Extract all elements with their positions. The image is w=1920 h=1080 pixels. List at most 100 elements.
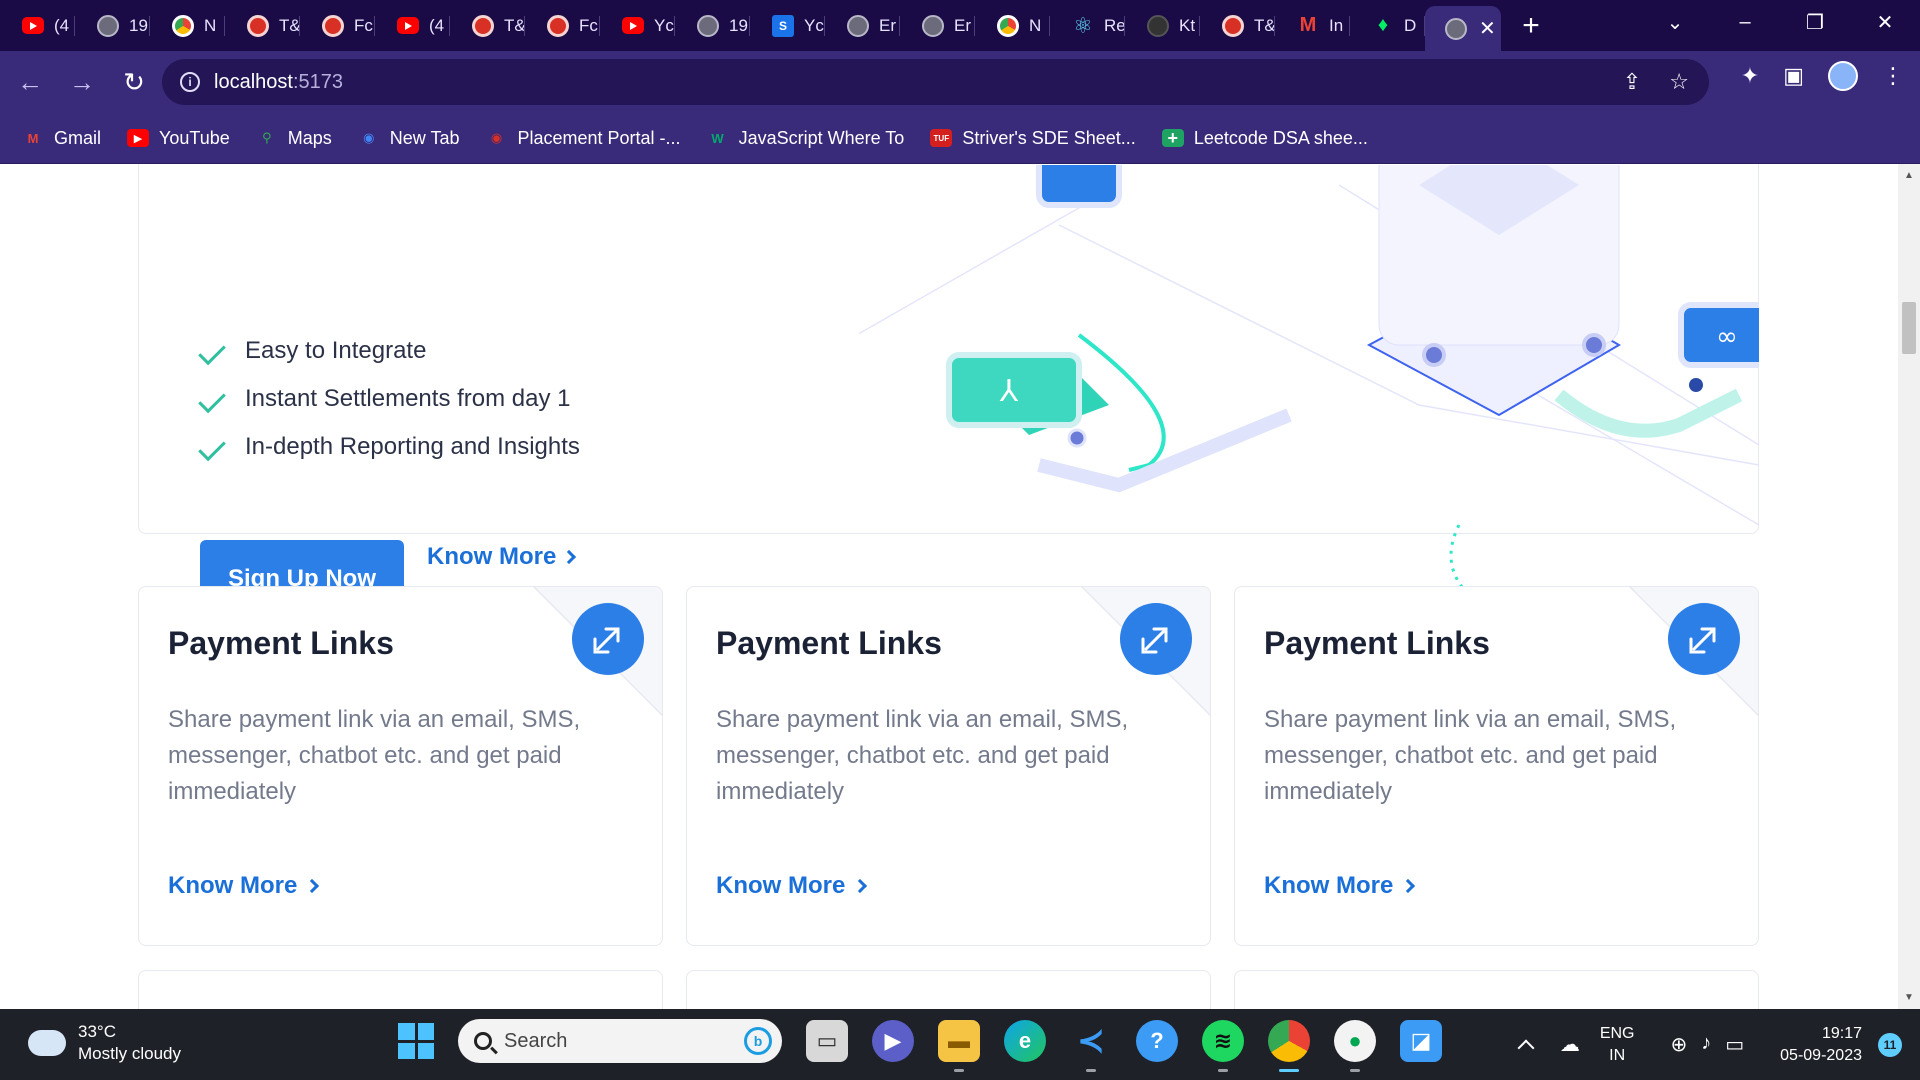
extensions-puzzle-icon[interactable]: ✦: [1741, 63, 1759, 89]
bookmark-item[interactable]: ◉ New Tab: [358, 127, 460, 149]
bookmark-label: New Tab: [389, 127, 460, 148]
bookmark-item[interactable]: TUF Striver's SDE Sheet...: [930, 128, 1136, 149]
feature-label: Instant Settlements from day 1: [245, 385, 571, 412]
scroll-thumb[interactable]: [1902, 302, 1916, 354]
tab[interactable]: T&: [1200, 0, 1275, 51]
back-button[interactable]: ←: [8, 60, 52, 104]
site-info-icon[interactable]: i: [180, 72, 200, 92]
mongodb-icon: ♦: [1377, 14, 1389, 36]
edge-icon[interactable]: e: [1004, 1020, 1046, 1062]
menu-kebab-icon[interactable]: ⋮: [1882, 63, 1904, 89]
vscode-icon[interactable]: ≺: [1070, 1020, 1112, 1072]
start-button[interactable]: [398, 1023, 434, 1059]
profile-avatar[interactable]: [1828, 61, 1858, 91]
bookmark-item[interactable]: + Leetcode DSA shee...: [1161, 127, 1368, 149]
s-icon: S: [772, 14, 794, 37]
address-bar[interactable]: i localhost:5173 ⇪ ☆: [162, 59, 1709, 105]
forward-button[interactable]: →: [60, 60, 104, 104]
share-icon[interactable]: ⇪: [1623, 69, 1641, 95]
hero-know-more-link[interactable]: Know More: [427, 543, 577, 571]
svg-text:∞: ∞: [1716, 322, 1738, 352]
bookmark-item[interactable]: ▶ YouTube: [127, 128, 230, 149]
bookmark-item[interactable]: ◉ Placement Portal -...: [485, 128, 681, 149]
product-card: Payment Links Share payment link via an e…: [686, 586, 1211, 946]
onedrive-icon[interactable]: ☁: [1560, 1032, 1580, 1057]
get-help-icon[interactable]: ?: [1136, 1020, 1178, 1062]
taskbar-search[interactable]: Search b: [458, 1019, 782, 1063]
feature-label: In-depth Reporting and Insights: [245, 433, 580, 460]
clock[interactable]: 19:17 05-09-2023: [1780, 1023, 1862, 1067]
task-view-icon[interactable]: ▭: [806, 1020, 848, 1062]
tab[interactable]: N: [975, 0, 1050, 51]
tab[interactable]: S Yc: [750, 0, 825, 51]
photos-icon[interactable]: ◪: [1400, 1020, 1442, 1062]
red-circle-icon: [472, 14, 494, 37]
tab[interactable]: Kt: [1125, 0, 1200, 51]
close-window-button[interactable]: ✕: [1850, 10, 1920, 35]
teams-chat-icon[interactable]: ▶: [872, 1020, 914, 1062]
tab[interactable]: 19: [675, 0, 750, 51]
tab[interactable]: T&: [450, 0, 525, 51]
chrome-taskbar-icon[interactable]: [1268, 1020, 1310, 1072]
tab[interactable]: (4: [375, 0, 450, 51]
tab-title: N: [204, 15, 217, 35]
language-indicator[interactable]: ENG IN: [1600, 1023, 1635, 1067]
mongodb-compass-icon[interactable]: ●: [1334, 1020, 1376, 1072]
tab[interactable]: Fc: [525, 0, 600, 51]
chrome-icon: [997, 14, 1019, 37]
tab[interactable]: (4: [0, 0, 75, 51]
url-text[interactable]: localhost:5173: [214, 71, 343, 94]
file-explorer-icon[interactable]: ▬: [938, 1020, 980, 1072]
card-know-more-link[interactable]: Know More: [716, 872, 868, 900]
scroll-up-arrow[interactable]: ▲: [1904, 170, 1914, 181]
bookmarks-bar: M Gmail ▶ YouTube ⚲ Maps ◉ New Tab ◉ Placement Po…: [0, 113, 1920, 164]
bing-icon[interactable]: b: [744, 1027, 772, 1055]
payment-link-icon: [572, 603, 644, 675]
tab[interactable]: T&: [225, 0, 300, 51]
tab[interactable]: M In: [1275, 0, 1350, 51]
tab[interactable]: Fc: [300, 0, 375, 51]
globe-icon: [697, 14, 719, 37]
notification-badge[interactable]: 11: [1878, 1032, 1902, 1057]
network-globe-icon[interactable]: ⊕: [1670, 1032, 1687, 1057]
show-hidden-icons[interactable]: [1517, 1039, 1535, 1056]
tab[interactable]: 19: [75, 0, 150, 51]
next-card-peek: [138, 970, 663, 1009]
tab-search-icon[interactable]: ⌄: [1640, 10, 1710, 35]
card-know-more-link[interactable]: Know More: [168, 872, 320, 900]
scroll-down-arrow[interactable]: ▼: [1904, 992, 1914, 1003]
tab[interactable]: ⚛ Re: [1050, 0, 1125, 51]
reload-button[interactable]: ↻: [112, 60, 156, 104]
feature-item: In-depth Reporting and Insights: [201, 423, 580, 471]
bookmark-item[interactable]: W JavaScript Where To: [707, 128, 904, 149]
bookmark-label: Leetcode DSA shee...: [1193, 127, 1368, 148]
teal-node: ⅄: [946, 352, 1109, 448]
weather-widget[interactable]: 33°C Mostly cloudy: [26, 1021, 181, 1065]
product-card: Payment Links Share payment link via an e…: [138, 586, 663, 946]
svg-text:⅄: ⅄: [1000, 374, 1019, 409]
bookmark-item[interactable]: ⚲ Maps: [256, 128, 332, 149]
tab[interactable]: N: [150, 0, 225, 51]
bookmark-item[interactable]: M Gmail: [22, 128, 101, 149]
feature-list: Easy to Integrate Instant Settlements fro…: [201, 327, 580, 471]
tab-title: Yc: [804, 15, 824, 35]
new-tab-button[interactable]: +: [1501, 9, 1561, 43]
tab[interactable]: Er: [900, 0, 975, 51]
spotify-icon[interactable]: ≋: [1202, 1020, 1244, 1072]
card-description: Share payment link via an email, SMS, me…: [1264, 706, 1677, 805]
card-know-more-link[interactable]: Know More: [1264, 872, 1416, 900]
battery-icon[interactable]: ▭: [1725, 1032, 1744, 1057]
minimize-button[interactable]: –: [1710, 11, 1780, 34]
tab[interactable]: ♦ D: [1350, 0, 1425, 51]
tab[interactable]: Yc: [600, 0, 675, 51]
volume-icon[interactable]: ♪: [1701, 1032, 1711, 1057]
globe-icon: [922, 14, 944, 37]
tab-active[interactable]: ✕: [1425, 6, 1501, 51]
gmail-icon: M: [1299, 14, 1317, 36]
side-panel-icon[interactable]: ▣: [1783, 63, 1804, 89]
page-scrollbar[interactable]: ▲ ▼: [1898, 164, 1920, 1009]
tab[interactable]: Er: [825, 0, 900, 51]
restore-button[interactable]: ❐: [1780, 10, 1850, 35]
bookmark-star-icon[interactable]: ☆: [1669, 69, 1689, 95]
close-tab-icon[interactable]: ✕: [1479, 16, 1496, 41]
